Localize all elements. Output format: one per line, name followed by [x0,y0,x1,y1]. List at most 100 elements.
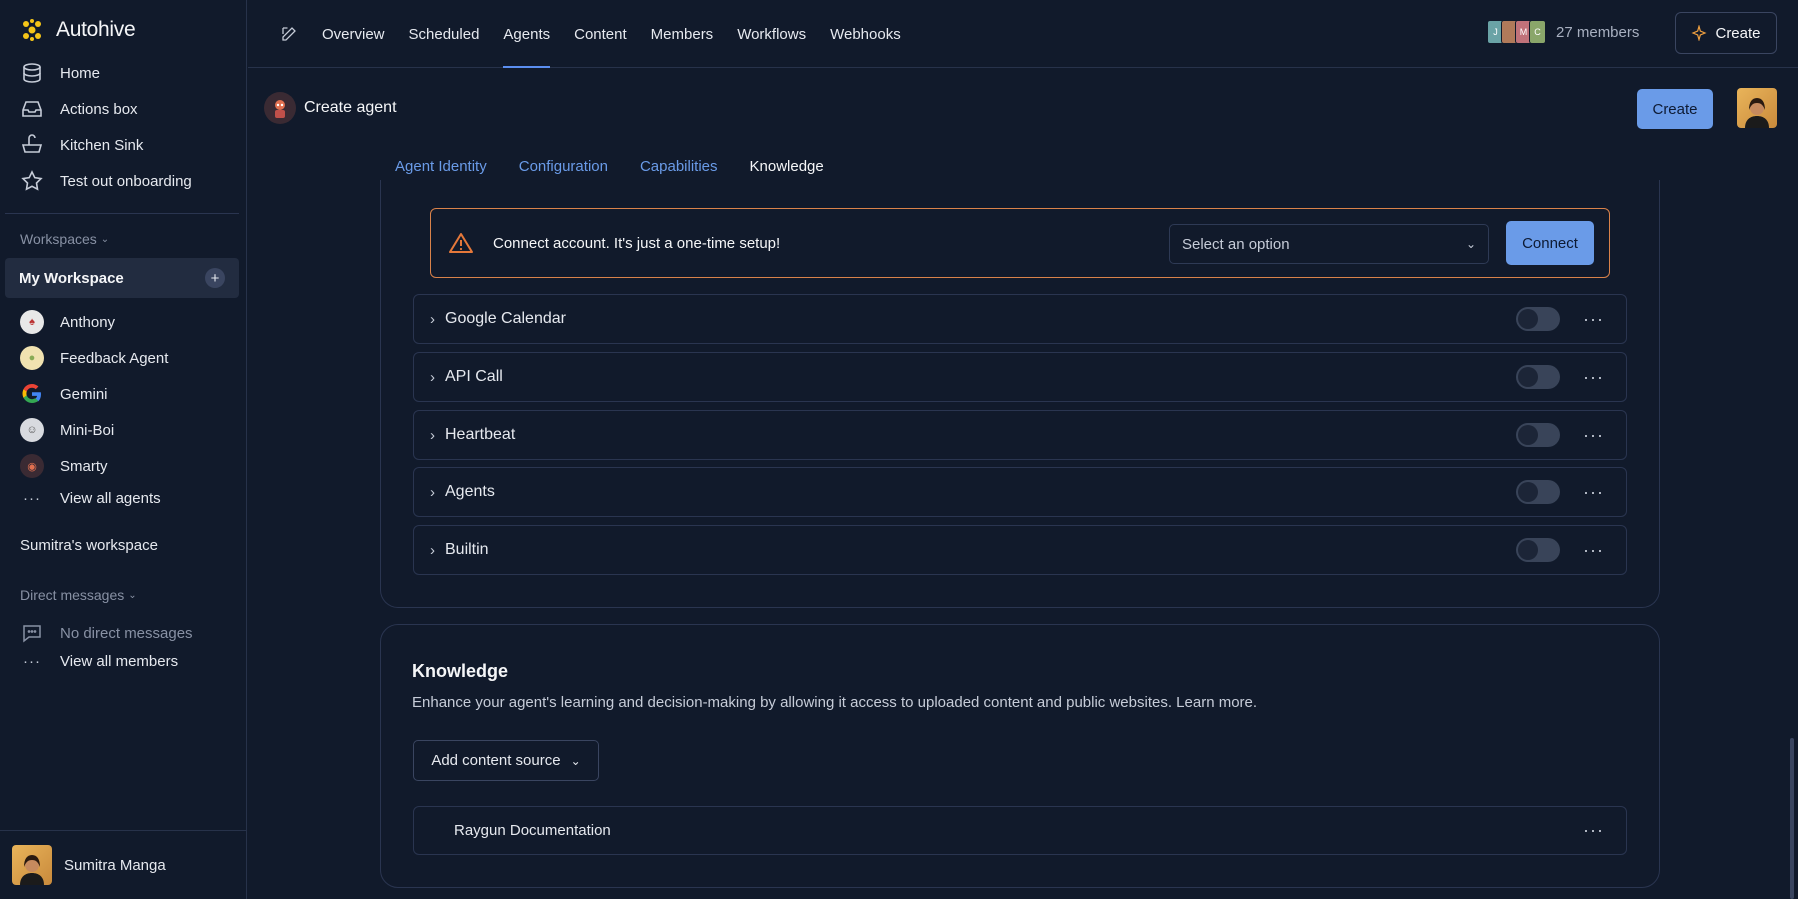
inbox-icon [22,101,42,117]
tab-overview[interactable]: Overview [322,0,385,68]
scrollbar[interactable] [1790,738,1794,899]
agent-avatar[interactable] [264,92,296,124]
no-dm-label: No direct messages [60,624,193,642]
warning-icon [449,233,473,253]
tool-row[interactable]: › Heartbeat ··· [413,410,1627,460]
star-icon [21,170,43,191]
more-options-icon[interactable]: ··· [1583,482,1604,503]
divider [5,213,239,214]
tab-capabilities[interactable]: Capabilities [640,158,718,175]
brand[interactable]: Autohive [20,18,136,42]
tool-row[interactable]: › API Call ··· [413,352,1627,402]
add-workspace-button[interactable]: + [205,268,225,288]
add-content-source-button[interactable]: Add content source ⌄ [413,740,599,781]
tab-scheduled[interactable]: Scheduled [409,0,480,68]
member-avatar: C [1529,20,1546,44]
tool-label: Agents [445,483,495,500]
tool-label: Builtin [445,541,489,558]
member-avatar-stack: J M C [1487,20,1546,44]
knowledge-title: Knowledge [412,661,509,681]
content-source-label: Raygun Documentation [454,822,611,839]
no-direct-messages: No direct messages [20,621,193,645]
tool-toggle[interactable] [1516,423,1560,447]
chevron-down-icon: ⌄ [1465,237,1476,251]
sidebar-item-onboarding[interactable]: Test out onboarding [20,169,192,193]
user-name: Sumitra Manga [64,856,166,874]
page-title: Create agent [304,99,397,116]
workspace-item-sumitra[interactable]: Sumitra's workspace [20,537,158,554]
account-select[interactable]: Select an option ⌄ [1169,224,1489,264]
robot-avatar-icon [275,100,285,118]
tab-content[interactable]: Content [574,0,627,68]
sidebar-item-actions-box[interactable]: Actions box [20,97,138,121]
tool-label: Heartbeat [445,426,516,443]
sink-icon [21,134,43,153]
app-name: Autohive [56,18,136,41]
tab-members[interactable]: Members [651,0,714,68]
tool-toggle[interactable] [1516,538,1560,562]
more-options-icon[interactable]: ··· [1583,367,1604,388]
chevron-right-icon[interactable]: › [430,427,435,444]
agent-avatar: ◉ [20,454,44,478]
direct-messages-heading[interactable]: Direct messages ⌄ [20,587,137,603]
dm-heading-label: Direct messages [20,587,125,603]
create-button-label: Create [1715,24,1761,42]
page-header: Create agent [264,92,397,124]
chevron-right-icon[interactable]: › [430,542,435,559]
agent-avatar: ● [20,346,44,370]
members-count: 27 members [1556,23,1640,41]
top-tabs: Overview Scheduled Agents Content Member… [280,0,901,68]
tool-row[interactable]: › Google Calendar ··· [413,294,1627,344]
more-options-icon[interactable]: ··· [1583,309,1604,330]
tab-configuration[interactable]: Configuration [519,158,608,175]
top-bar: Overview Scheduled Agents Content Member… [248,0,1798,68]
create-agent-button[interactable]: Create [1637,89,1713,129]
tab-workflows[interactable]: Workflows [737,0,806,68]
workspace-name: Sumitra's workspace [20,537,158,554]
chevron-right-icon[interactable]: › [430,311,435,328]
content-source-row[interactable]: Raygun Documentation ··· [413,806,1627,855]
tool-toggle[interactable] [1516,480,1560,504]
sidebar-agent-mini-boi[interactable]: ☺ Mini-Boi [20,418,114,442]
more-options-icon[interactable]: ··· [1583,540,1604,561]
workspace-item-active[interactable]: My Workspace + [5,258,239,298]
workspaces-heading[interactable]: Workspaces ⌄ [20,231,109,247]
tab-agents[interactable]: Agents [503,0,550,68]
chevron-down-icon: ⌄ [100,233,110,245]
sidebar-item-home[interactable]: Home [20,61,100,85]
create-button[interactable]: Create [1675,12,1777,54]
edit-icon[interactable] [280,25,298,43]
knowledge-description: Enhance your agent's learning and decisi… [412,694,1258,711]
current-user-avatar[interactable] [1737,88,1777,128]
sidebar-agent-anthony[interactable]: ♠ Anthony [20,310,115,334]
chevron-right-icon[interactable]: › [430,369,435,386]
connect-message: Connect account. It's just a one-time se… [493,234,781,252]
content-tabs: Agent Identity Configuration Capabilitie… [395,158,824,175]
connect-account-banner: Connect account. It's just a one-time se… [430,208,1610,278]
tool-row[interactable]: › Builtin ··· [413,525,1627,575]
account-select-value: Select an option [1182,235,1290,253]
sidebar-agent-gemini[interactable]: Gemini [20,382,108,406]
members-summary[interactable]: J M C 27 members [1487,20,1640,44]
tool-toggle[interactable] [1516,365,1560,389]
connect-button[interactable]: Connect [1506,221,1594,265]
user-avatar [12,845,52,885]
tool-row[interactable]: › Agents ··· [413,467,1627,517]
more-dots-icon: ··· [23,653,41,670]
user-profile[interactable]: Sumitra Manga [0,830,247,899]
chevron-down-icon: ⌄ [128,589,137,601]
add-source-label: Add content source [431,752,561,769]
sidebar-item-kitchen-sink[interactable]: Kitchen Sink [20,133,143,157]
view-all-members-link[interactable]: ··· View all members [20,653,178,670]
sidebar-agent-smarty[interactable]: ◉ Smarty [20,454,108,478]
more-options-icon[interactable]: ··· [1583,425,1604,446]
view-all-agents-link[interactable]: ··· View all agents [20,490,161,507]
tab-webhooks[interactable]: Webhooks [830,0,901,68]
tool-toggle[interactable] [1516,307,1560,331]
tab-knowledge[interactable]: Knowledge [750,158,824,175]
sidebar-agent-feedback[interactable]: ● Feedback Agent [20,346,168,370]
chevron-right-icon[interactable]: › [430,484,435,501]
sidebar-item-label: Kitchen Sink [60,136,144,154]
tab-agent-identity[interactable]: Agent Identity [395,158,487,175]
more-options-icon[interactable]: ··· [1583,820,1604,841]
